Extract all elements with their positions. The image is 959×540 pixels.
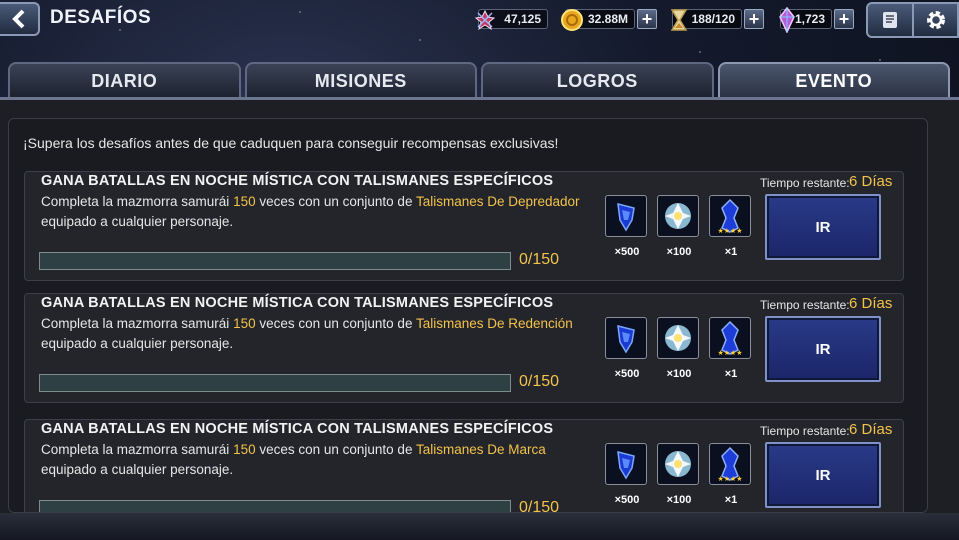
gold-coin-icon [560, 8, 584, 32]
time-remaining-label: Tiempo restante: [760, 176, 850, 190]
resource-gold: 32.88M + [561, 8, 657, 31]
challenge-list-container[interactable]: ¡Supera los desafíos antes de que caduqu… [8, 118, 928, 513]
resource-gold-value: 32.88M [587, 12, 628, 26]
reward-count: ×1 [724, 494, 738, 506]
progress-bar [39, 252, 511, 270]
reward-item[interactable]: ×100 [657, 317, 701, 380]
reward-list: ×500 ×100 ★★★★ ×1 [605, 195, 753, 258]
time-remaining-label: Tiempo restante: [760, 298, 850, 312]
resource-crystals-value: 1,723 [794, 12, 825, 26]
time-remaining-value: 6 Días [849, 295, 893, 312]
talisman-icon [605, 443, 647, 485]
reward-count: ×100 [666, 368, 692, 380]
reward-count: ×100 [666, 246, 692, 258]
challenge-description: Completa la mazmorra samurái 150 veces c… [41, 194, 580, 229]
chevron-left-icon [12, 9, 25, 29]
blue-talisman-4star-icon: ★★★★ [709, 317, 751, 359]
progress-text: 0/150 [519, 251, 560, 268]
reward-count: ×1 [724, 246, 738, 258]
resource-gold-pill: 32.88M [561, 9, 635, 31]
reward-item[interactable]: ★★★★ ×1 [709, 317, 753, 380]
blue-talisman-4star-icon: ★★★★ [709, 195, 751, 237]
time-remaining-value: 6 Días [849, 173, 893, 190]
go-button[interactable]: IR [765, 194, 881, 260]
intro-text: ¡Supera los desafíos antes de que caduqu… [23, 135, 559, 151]
reward-count: ×500 [614, 246, 640, 258]
reward-list: ×500 ×100 ★★★★ ×1 [605, 443, 753, 506]
hourglass-icon [667, 8, 691, 32]
go-button[interactable]: IR [765, 316, 881, 382]
gear-icon [926, 11, 945, 29]
progress-bar [39, 374, 511, 392]
add-stamina-button[interactable]: + [744, 9, 764, 29]
unit-icon [473, 8, 497, 32]
tab-diario[interactable]: DIARIO [8, 62, 241, 98]
tab-bar: DIARIO MISIONES LOGROS EVENTO [8, 62, 950, 98]
reward-list: ×500 ×100 ★★★★ ×1 [605, 317, 753, 380]
time-remaining-label: Tiempo restante: [760, 424, 850, 438]
resource-crystals-pill: 1,723 [779, 7, 832, 33]
content-panel: ¡Supera los desafíos antes de que caduqu… [0, 100, 959, 513]
progress-text: 0/150 [519, 499, 560, 513]
resource-stamina-value: 188/120 [691, 12, 735, 26]
challenge-card: GANA BATALLAS EN NOCHE MÍSTICA CON TALIS… [24, 293, 904, 403]
reward-count: ×500 [614, 494, 640, 506]
progress-text: 0/150 [519, 373, 560, 390]
reward-count: ×500 [614, 368, 640, 380]
add-crystals-button[interactable]: + [834, 9, 854, 29]
talisman-icon [605, 195, 647, 237]
challenge-title: GANA BATALLAS EN NOCHE MÍSTICA CON TALIS… [41, 173, 554, 189]
crystal-icon [775, 7, 799, 33]
crystal-shard-icon [657, 317, 699, 359]
resource-crystals: 1,723 + [779, 7, 854, 33]
reward-item[interactable]: ×100 [657, 443, 701, 506]
challenge-description: Completa la mazmorra samurái 150 veces c… [41, 442, 546, 477]
scroll-icon [883, 12, 897, 28]
reward-item[interactable]: ×500 [605, 317, 649, 380]
time-remaining-value: 6 Días [849, 421, 893, 438]
resource-stamina: 188/120 + [670, 8, 764, 31]
tab-logros[interactable]: LOGROS [481, 62, 714, 98]
talisman-icon [605, 317, 647, 359]
journal-button[interactable] [866, 2, 914, 38]
go-button[interactable]: IR [765, 442, 881, 508]
resource-stamina-pill: 188/120 [670, 9, 742, 31]
resource-units-value: 47,125 [504, 12, 541, 26]
challenge-description: Completa la mazmorra samurái 150 veces c… [41, 316, 573, 351]
bottom-frame [0, 513, 959, 540]
challenge-card: GANA BATALLAS EN NOCHE MÍSTICA CON TALIS… [24, 419, 904, 513]
reward-item[interactable]: ★★★★ ×1 [709, 443, 753, 506]
reward-count: ×1 [724, 368, 738, 380]
reward-item[interactable]: ×100 [657, 195, 701, 258]
crystal-shard-icon [657, 195, 699, 237]
blue-talisman-4star-icon: ★★★★ [709, 443, 751, 485]
reward-count: ×100 [666, 494, 692, 506]
reward-item[interactable]: ×500 [605, 195, 649, 258]
reward-item[interactable]: ×500 [605, 443, 649, 506]
add-gold-button[interactable]: + [637, 9, 657, 29]
tab-misiones[interactable]: MISIONES [244, 62, 477, 98]
challenge-title: GANA BATALLAS EN NOCHE MÍSTICA CON TALIS… [41, 421, 554, 437]
resource-units: 47,125 [474, 8, 548, 31]
crystal-shard-icon [657, 443, 699, 485]
back-button[interactable] [0, 2, 40, 36]
reward-item[interactable]: ★★★★ ×1 [709, 195, 753, 258]
settings-button[interactable] [914, 2, 959, 38]
challenge-card: GANA BATALLAS EN NOCHE MÍSTICA CON TALIS… [24, 171, 904, 281]
page-title: DESAFÍOS [50, 7, 152, 28]
top-bar: DESAFÍOS 47,125 32.88M + 188/120 + 1,723… [0, 0, 959, 40]
challenge-title: GANA BATALLAS EN NOCHE MÍSTICA CON TALIS… [41, 295, 554, 311]
tab-evento[interactable]: EVENTO [717, 62, 950, 98]
resource-units-pill: 47,125 [474, 9, 548, 31]
progress-bar [39, 500, 511, 512]
